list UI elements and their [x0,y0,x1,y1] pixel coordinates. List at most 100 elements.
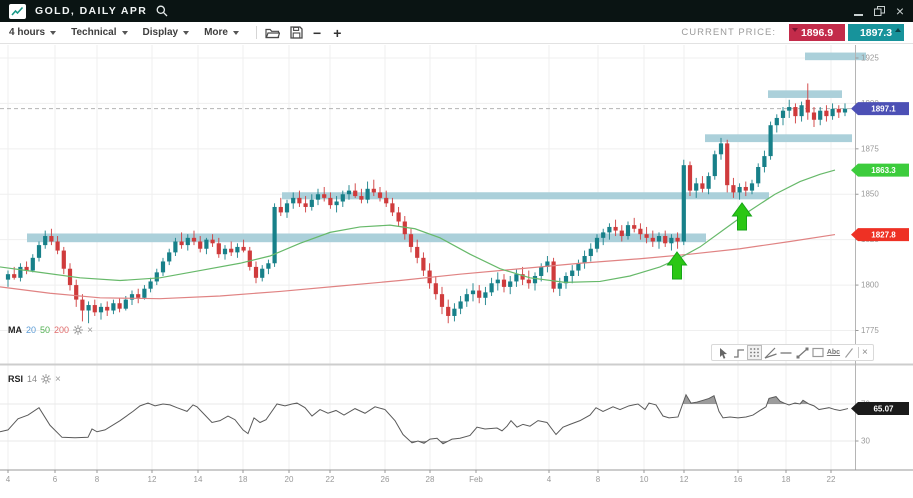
diagonal-line-tool-icon[interactable] [843,346,856,359]
candle [297,198,301,203]
angle-lines-tool-icon[interactable] [764,346,777,359]
candle [316,194,320,199]
save-icon[interactable] [290,26,303,39]
search-icon[interactable] [156,5,168,17]
candle [347,191,351,195]
candle [800,105,804,116]
ma-period-200: 200 [54,325,69,335]
date-tick-label: 4 [547,475,552,484]
candle [99,307,103,312]
candle [31,258,35,271]
ma-remove-icon[interactable]: × [87,326,93,335]
candle [18,267,22,278]
price-axis-badge-value: 1897.1 [871,104,896,113]
price-zone-drawing[interactable] [805,53,866,61]
candle [434,283,438,294]
candle [440,294,444,307]
candle [607,227,611,232]
timeframe-dropdown[interactable]: 4 hours [9,27,56,38]
chart-area[interactable]: 1925190018751850182518001775703046812141… [0,45,913,493]
candle [161,261,165,272]
rsi-remove-icon[interactable]: × [55,375,61,384]
price-rsi-chart[interactable]: 1925190018751850182518001775703046812141… [0,45,913,493]
display-dropdown[interactable]: Display [143,27,190,38]
ask-price-badge: 1897.3 [848,24,904,41]
candle [124,300,128,309]
candle [601,232,605,237]
grid-tool-icon[interactable] [748,346,761,359]
candle [490,283,494,292]
date-tick-label: 12 [148,475,157,484]
price-zone-drawing[interactable] [768,90,842,98]
pointer-tool-icon[interactable] [717,346,730,359]
candle [527,280,531,284]
candle [645,234,649,238]
rectangle-tool-icon[interactable] [811,346,824,359]
candle [186,238,190,245]
date-tick-label: 12 [680,475,689,484]
candle [304,203,308,207]
candle [837,109,841,113]
candle [589,249,593,256]
restore-button[interactable] [874,6,885,17]
drawing-toolbar-close-icon[interactable]: × [862,348,868,358]
date-tick-label: 18 [239,475,248,484]
candle [570,271,574,276]
toolbar-separator [256,26,257,39]
candle [341,194,345,201]
candle [465,294,469,301]
candle [136,294,140,298]
candle [80,300,84,311]
candle [781,111,785,118]
candle [762,156,766,167]
zoom-out-button[interactable]: − [313,26,321,40]
candle [322,194,326,198]
trendline-tool-icon[interactable] [796,346,809,359]
candle [502,280,506,287]
candle [359,196,363,200]
zoom-in-button[interactable]: + [333,26,341,40]
ma-settings-gear-icon[interactable] [73,325,83,335]
minimize-button[interactable] [854,7,863,16]
price-axis-badge-value: 1863.3 [871,166,896,175]
candle [775,118,779,125]
candle [285,203,289,212]
date-tick-label: 16 [734,475,743,484]
candle [669,238,673,243]
horizontal-line-tool-icon[interactable] [780,346,793,359]
candle [682,165,686,241]
tick-down-icon [792,28,798,32]
date-tick-label: 28 [426,475,435,484]
pane-divider[interactable] [0,364,913,366]
candle [793,107,797,116]
candle [37,245,41,258]
candle [657,236,661,241]
candle [626,225,630,236]
candle [217,243,221,254]
rsi-settings-gear-icon[interactable] [41,374,51,384]
candle [397,212,401,221]
buy-signal-arrow[interactable] [733,203,752,230]
candle [155,272,159,281]
elbow-line-tool-icon[interactable] [733,346,746,359]
candle [676,238,680,242]
rsi-period: 14 [27,374,37,384]
candle [118,303,122,308]
date-tick-label: 4 [6,475,11,484]
candle [204,240,208,249]
candle [74,285,78,300]
candle [750,183,754,190]
rsi-indicator-label: RSI 14 × [8,374,61,384]
candle [390,203,394,212]
date-tick-label: 26 [381,475,390,484]
text-tool-icon[interactable]: Abc [827,346,840,359]
candle [731,185,735,192]
candle [353,191,357,196]
open-folder-icon[interactable] [265,27,280,39]
technical-dropdown[interactable]: Technical [71,27,127,38]
candle [459,301,463,308]
date-tick-label: 22 [827,475,836,484]
current-price-label: CURRENT PRICE: [681,27,776,38]
close-button[interactable]: × [896,6,904,16]
more-dropdown[interactable]: More [204,27,239,38]
